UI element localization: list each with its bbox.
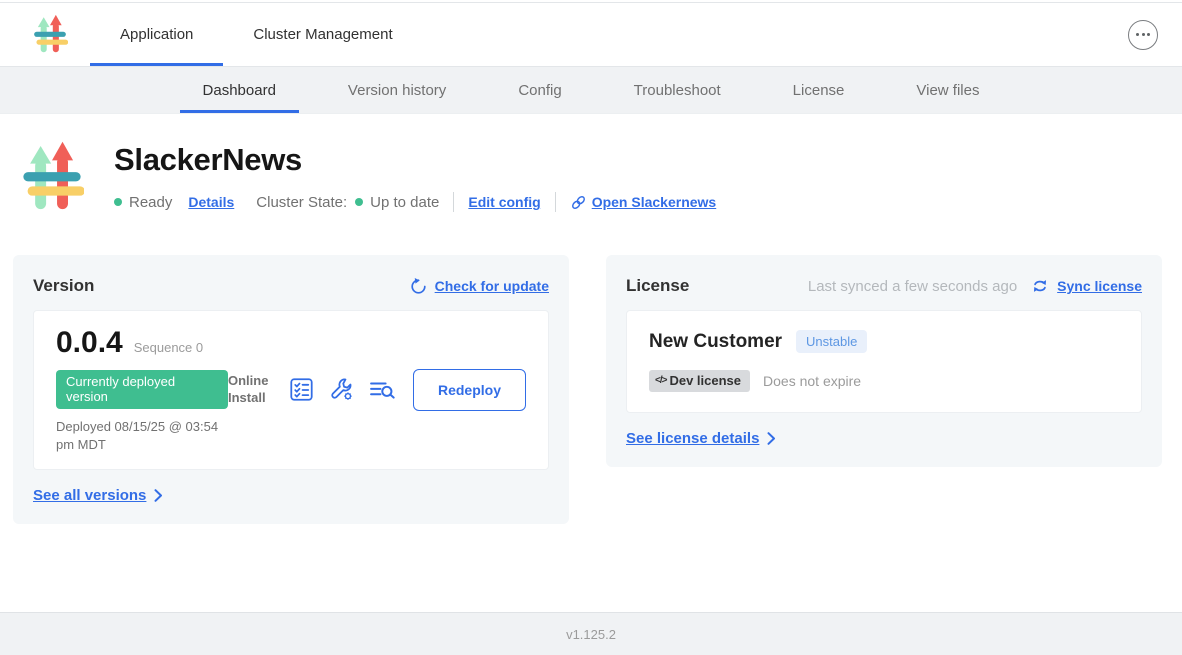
wrench-gear-icon	[329, 377, 354, 402]
license-type-badge: </> Dev license	[649, 370, 750, 392]
redeploy-button[interactable]: Redeploy	[413, 369, 526, 411]
tab-troubleshoot[interactable]: Troubleshoot	[598, 67, 757, 113]
dashboard-cards: Version Check for update 0.0.4 Sequence …	[0, 229, 1182, 524]
chevron-right-icon	[154, 489, 163, 502]
ellipsis-icon	[1136, 33, 1139, 36]
last-synced-label: Last synced a few seconds ago	[808, 278, 1017, 295]
ready-status-dot	[114, 198, 122, 206]
chevron-right-icon	[767, 432, 776, 445]
license-panel: New Customer Unstable </> Dev license Do…	[626, 310, 1142, 413]
check-for-update-link[interactable]: Check for update	[435, 278, 549, 294]
top-nav: Application Cluster Management	[0, 3, 1182, 67]
app-footer: v1.125.2	[0, 612, 1182, 655]
version-number: 0.0.4	[56, 326, 123, 360]
currently-deployed-badge: Currently deployed version	[56, 370, 228, 409]
see-license-details-link[interactable]: See license details	[626, 430, 759, 447]
channel-badge: Unstable	[796, 330, 867, 353]
edit-config-link[interactable]: Edit config	[468, 194, 540, 210]
link-icon	[570, 194, 587, 211]
tab-version-history[interactable]: Version history	[312, 67, 482, 113]
tab-cluster-management[interactable]: Cluster Management	[223, 3, 422, 66]
tab-application-label: Application	[120, 26, 193, 43]
tab-application[interactable]: Application	[90, 3, 223, 66]
see-all-versions-link[interactable]: See all versions	[33, 487, 146, 504]
preflight-checks-button[interactable]	[289, 377, 314, 402]
app-logo-icon[interactable]	[32, 3, 68, 66]
tab-license[interactable]: License	[757, 67, 881, 113]
tab-dashboard[interactable]: Dashboard	[167, 67, 312, 113]
open-app-link[interactable]: Open Slackernews	[592, 194, 717, 210]
edit-config-button[interactable]	[329, 377, 354, 402]
sync-license-link[interactable]: Sync license	[1057, 278, 1142, 294]
license-card: License Last synced a few seconds ago Sy…	[606, 255, 1162, 467]
divider	[453, 192, 454, 212]
app-header: SlackerNews Ready Details Cluster State:…	[0, 114, 1182, 229]
details-link[interactable]: Details	[188, 194, 234, 210]
install-type-label: Online Install	[228, 373, 274, 406]
logs-search-icon	[369, 377, 396, 402]
view-deploy-logs-button[interactable]	[369, 377, 396, 402]
divider	[555, 192, 556, 212]
cluster-state-dot	[355, 198, 363, 206]
tab-view-files[interactable]: View files	[880, 67, 1015, 113]
tab-config[interactable]: Config	[482, 67, 597, 113]
app-subnav: Dashboard Version history Config Trouble…	[0, 67, 1182, 114]
preflight-checklist-icon	[289, 377, 314, 402]
sync-icon	[1031, 277, 1049, 295]
license-type-label: Dev license	[669, 373, 741, 388]
deployed-timestamp: Deployed 08/15/25 @ 03:54 pm MDT	[56, 418, 228, 453]
license-card-title: License	[626, 276, 689, 296]
app-icon	[20, 135, 84, 221]
console-version: v1.125.2	[566, 627, 616, 642]
cluster-state-label: Cluster State:	[256, 194, 347, 211]
app-status-row: Ready Details Cluster State: Up to date …	[114, 192, 716, 212]
ready-status-label: Ready	[129, 194, 172, 211]
slackernews-logo-icon	[32, 14, 68, 56]
refresh-icon	[410, 278, 427, 295]
license-expiry: Does not expire	[763, 373, 861, 389]
dashboard-main: SlackerNews Ready Details Cluster State:…	[0, 114, 1182, 612]
code-icon: </>	[655, 375, 666, 386]
version-card-title: Version	[33, 276, 94, 296]
cluster-state-value: Up to date	[370, 194, 439, 211]
version-card: Version Check for update 0.0.4 Sequence …	[13, 255, 569, 524]
current-version-panel: 0.0.4 Sequence 0 Currently deployed vers…	[33, 310, 549, 470]
tab-cluster-management-label: Cluster Management	[253, 26, 392, 43]
slackernews-app-icon	[20, 135, 84, 221]
overflow-menu-button[interactable]	[1128, 20, 1158, 50]
customer-name: New Customer	[649, 331, 782, 353]
page-title: SlackerNews	[114, 142, 716, 178]
sequence-label: Sequence 0	[134, 340, 203, 355]
